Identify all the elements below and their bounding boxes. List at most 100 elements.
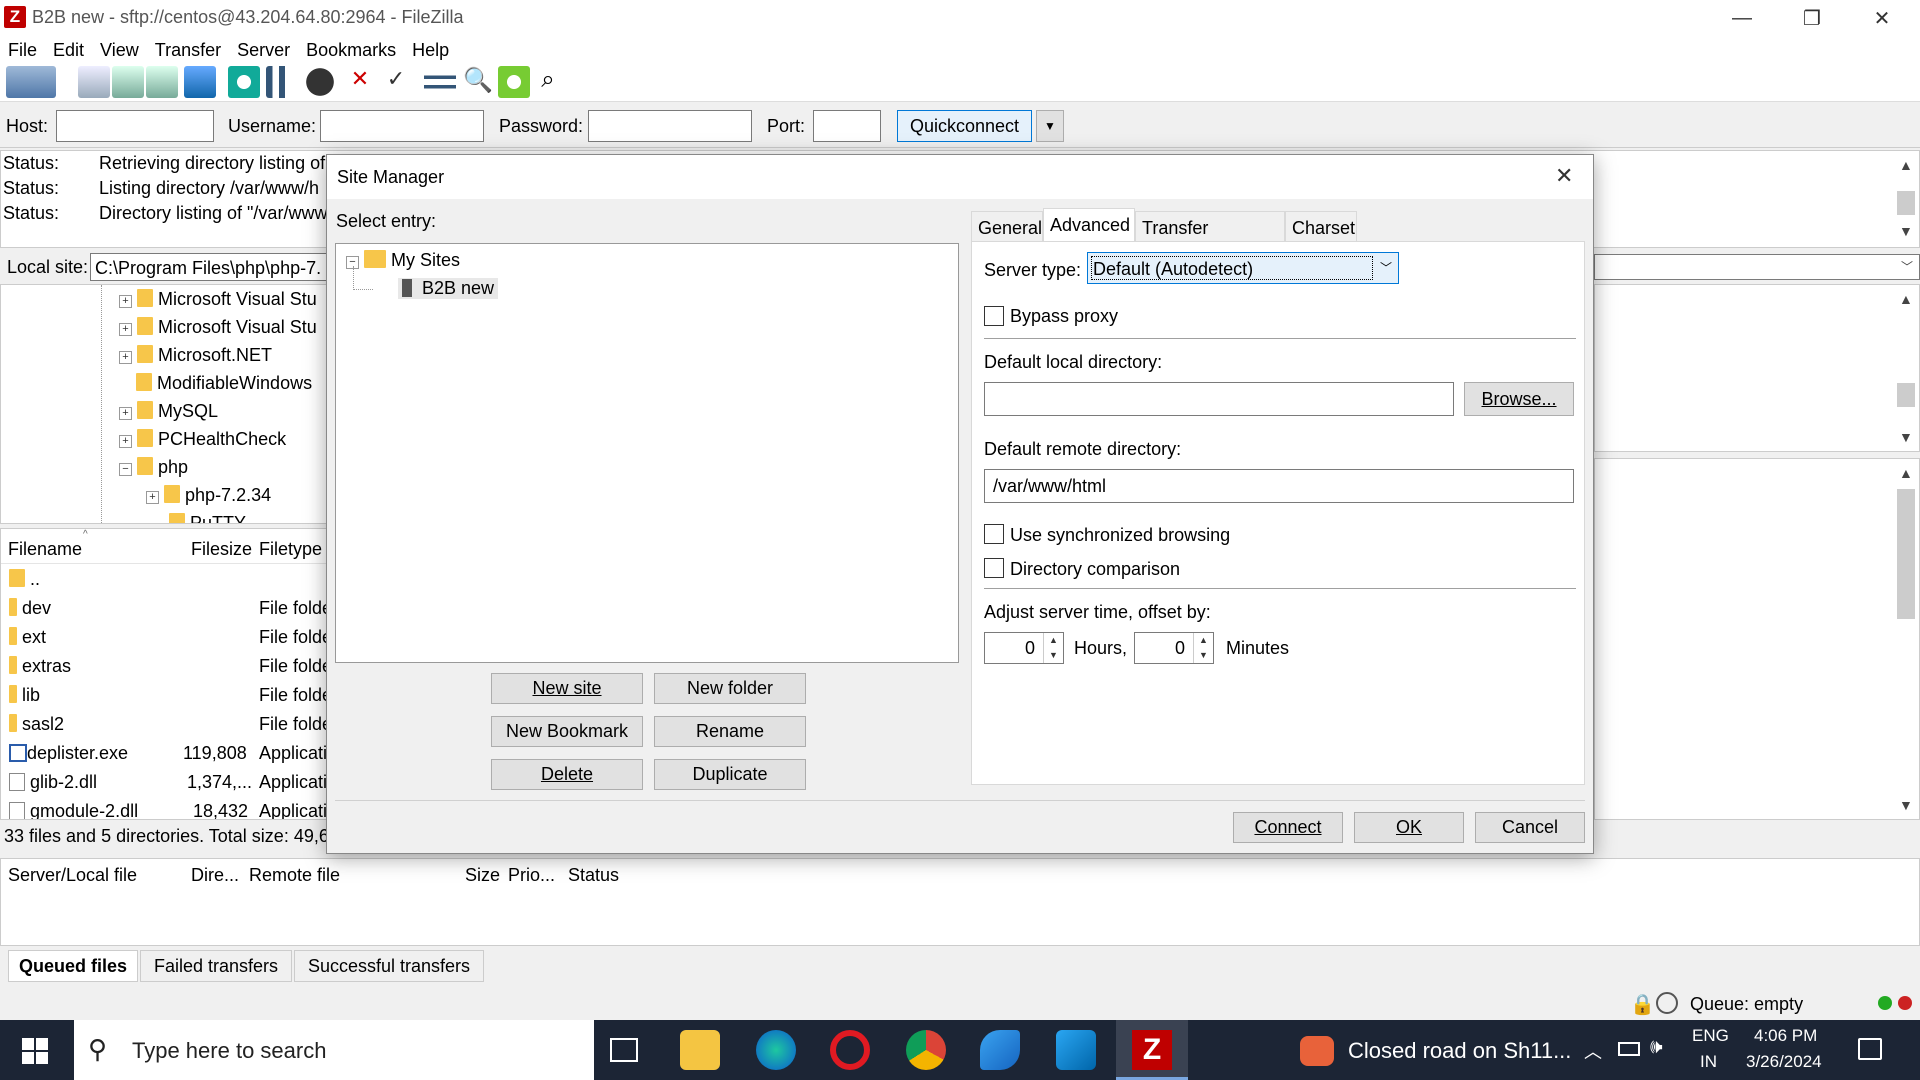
mysql-workbench-icon[interactable]	[980, 1030, 1020, 1070]
scroll-down-icon[interactable]: ▼	[1899, 429, 1913, 445]
taskbar-search-box[interactable]: ⚲ Type here to search	[74, 1020, 594, 1080]
cancel-button[interactable]: Cancel	[1475, 812, 1585, 843]
tree-item-selected[interactable]: + php-7.2.34	[146, 485, 271, 506]
language-indicator[interactable]: ENG	[1692, 1026, 1729, 1046]
scroll-up-icon[interactable]: ▲	[1899, 291, 1913, 307]
table-row[interactable]: ext	[9, 627, 46, 648]
quickconnect-dropdown-icon[interactable]: ▼	[1036, 110, 1064, 142]
new-site-button[interactable]: New site	[491, 673, 643, 704]
expand-icon[interactable]: +	[119, 407, 132, 420]
expand-icon[interactable]: +	[119, 323, 132, 336]
tab-general[interactable]: General	[971, 211, 1043, 241]
table-row[interactable]: ..	[9, 569, 40, 590]
quickconnect-button[interactable]: Quickconnect	[897, 110, 1032, 142]
scrollbar-thumb[interactable]	[1897, 383, 1915, 407]
tab-transfer-settings[interactable]: Transfer Settings	[1135, 211, 1285, 259]
refresh-icon[interactable]	[228, 66, 260, 98]
hours-spinner[interactable]: 0 ▲ ▼	[984, 632, 1064, 664]
new-folder-button[interactable]: New folder	[654, 673, 806, 704]
sync-browsing-icon[interactable]	[498, 66, 530, 98]
tree-item[interactable]: + PCHealthCheck	[119, 429, 286, 450]
tree-item[interactable]: − php	[119, 457, 188, 478]
chevron-down-icon[interactable]: ﹀	[1901, 258, 1913, 275]
password-input[interactable]	[588, 110, 752, 142]
file-explorer-icon[interactable]	[680, 1030, 720, 1070]
scroll-up-icon[interactable]: ▲	[1899, 465, 1913, 481]
ok-button[interactable]: OK	[1354, 812, 1464, 843]
default-local-directory-input[interactable]	[984, 382, 1454, 416]
scrollbar-thumb[interactable]	[1897, 191, 1915, 215]
battery-icon[interactable]	[1618, 1042, 1640, 1056]
expand-icon[interactable]: +	[119, 351, 132, 364]
volume-icon[interactable]: 🕪	[1650, 1036, 1663, 1059]
scroll-up-icon[interactable]: ▲	[1899, 157, 1913, 173]
column-size[interactable]: Size	[465, 865, 500, 886]
minutes-spinner[interactable]: 0 ▲ ▼	[1134, 632, 1214, 664]
tab-successful-transfers[interactable]: Successful transfers	[294, 950, 484, 982]
tab-failed-transfers[interactable]: Failed transfers	[140, 950, 292, 982]
column-status[interactable]: Status	[568, 865, 619, 886]
tree-item[interactable]: PuTTY	[169, 513, 246, 523]
server-type-select[interactable]: Default (Autodetect) ﹀	[1087, 252, 1399, 284]
local-tree-icon[interactable]	[112, 66, 144, 98]
new-bookmark-button[interactable]: New Bookmark	[491, 716, 643, 747]
filter-icon[interactable]	[266, 66, 298, 98]
taskbar-filezilla-active[interactable]: Z	[1116, 1020, 1188, 1080]
remote-tree-icon[interactable]	[146, 66, 178, 98]
spinner-arrows-icon[interactable]: ▲ ▼	[1043, 633, 1063, 663]
windows-start-icon[interactable]	[22, 1038, 48, 1064]
news-notification[interactable]: Closed road on Sh11...	[1348, 1038, 1571, 1064]
tab-queued-files[interactable]: Queued files	[8, 950, 138, 982]
synchronized-browsing-checkbox[interactable]	[984, 524, 1004, 544]
column-server-local-file[interactable]: Server/Local file	[8, 865, 137, 886]
username-input[interactable]	[320, 110, 484, 142]
opera-icon[interactable]	[830, 1030, 870, 1070]
transfer-queue-icon[interactable]	[184, 66, 216, 98]
scroll-down-icon[interactable]: ▼	[1899, 223, 1913, 239]
vscode-icon[interactable]	[1056, 1030, 1096, 1070]
menu-view[interactable]: View	[92, 36, 147, 62]
scroll-down-icon[interactable]: ▼	[1899, 797, 1913, 813]
local-site-path[interactable]: C:\Program Files\php\php-7.	[90, 253, 330, 281]
chrome-icon[interactable]	[906, 1030, 946, 1070]
port-input[interactable]	[813, 110, 881, 142]
expand-icon[interactable]: +	[146, 491, 159, 504]
table-row[interactable]: deplister.exe	[9, 743, 128, 764]
column-direction[interactable]: Dire...	[191, 865, 239, 886]
restore-button[interactable]: ❐	[1782, 0, 1842, 36]
reconnect-icon[interactable]: ✓	[380, 66, 412, 98]
close-icon[interactable]: ✕	[1555, 163, 1573, 189]
table-row[interactable]: extras	[9, 656, 71, 677]
minimize-button[interactable]: —	[1712, 0, 1772, 36]
site-manager-icon[interactable]	[6, 66, 56, 98]
column-filesize[interactable]: Filesize	[191, 539, 252, 560]
notification-center-icon[interactable]	[1858, 1038, 1882, 1060]
menu-edit[interactable]: Edit	[45, 36, 92, 62]
tree-item[interactable]: ModifiableWindows	[136, 373, 312, 394]
spinner-arrows-icon[interactable]: ▲ ▼	[1193, 633, 1213, 663]
table-row[interactable]: gmodule-2.dll	[9, 801, 138, 819]
default-remote-directory-input[interactable]: /var/www/html	[984, 469, 1574, 503]
table-row[interactable]: sasl2	[9, 714, 64, 735]
menu-file[interactable]: File	[0, 36, 45, 62]
menu-bookmarks[interactable]: Bookmarks	[298, 36, 404, 62]
scrollbar-thumb[interactable]	[1897, 489, 1915, 619]
tree-item[interactable]: + MySQL	[119, 401, 218, 422]
traffic-alert-icon[interactable]	[1300, 1036, 1334, 1066]
column-filetype[interactable]: Filetype	[259, 539, 322, 560]
delete-button[interactable]: Delete	[491, 759, 643, 790]
close-window-button[interactable]: ✕	[1852, 0, 1912, 36]
task-view-icon[interactable]	[610, 1038, 638, 1062]
table-row[interactable]: glib-2.dll	[9, 772, 97, 793]
tree-item-b2b-new[interactable]: B2B new	[398, 278, 499, 299]
remote-site-path[interactable]: ﹀	[1594, 254, 1920, 280]
disconnect-icon[interactable]: ✕	[344, 66, 376, 98]
browse-button[interactable]: Browse...	[1464, 382, 1574, 416]
menu-server[interactable]: Server	[229, 36, 298, 62]
clock-date[interactable]: 3/26/2024	[1746, 1052, 1822, 1072]
column-priority[interactable]: Prio...	[508, 865, 555, 886]
edge-icon[interactable]	[756, 1030, 796, 1070]
tree-item[interactable]: + Microsoft Visual Stu	[119, 317, 317, 338]
tree-item[interactable]: + Microsoft.NET	[119, 345, 272, 366]
tab-charset[interactable]: Charset	[1285, 211, 1357, 241]
